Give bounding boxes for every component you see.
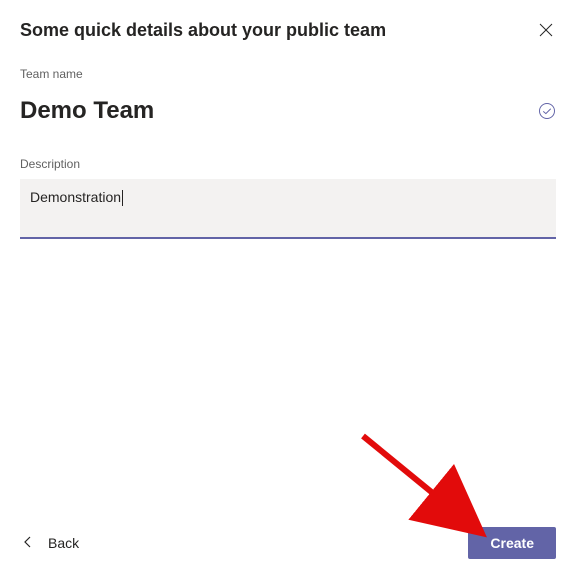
create-button[interactable]: Create (468, 527, 556, 559)
text-cursor (122, 190, 123, 206)
team-name-input[interactable]: Demo Team (20, 97, 154, 125)
description-value: Demonstration (30, 189, 121, 205)
close-button[interactable] (536, 20, 556, 40)
dialog-title: Some quick details about your public tea… (20, 20, 386, 41)
back-label: Back (48, 535, 79, 551)
description-input[interactable]: Demonstration (20, 179, 556, 239)
back-button[interactable]: Back (20, 529, 83, 557)
check-circle-icon (538, 102, 556, 120)
team-name-label: Team name (20, 67, 556, 81)
close-icon (539, 23, 553, 37)
description-label: Description (20, 157, 556, 171)
chevron-left-icon (24, 536, 32, 551)
